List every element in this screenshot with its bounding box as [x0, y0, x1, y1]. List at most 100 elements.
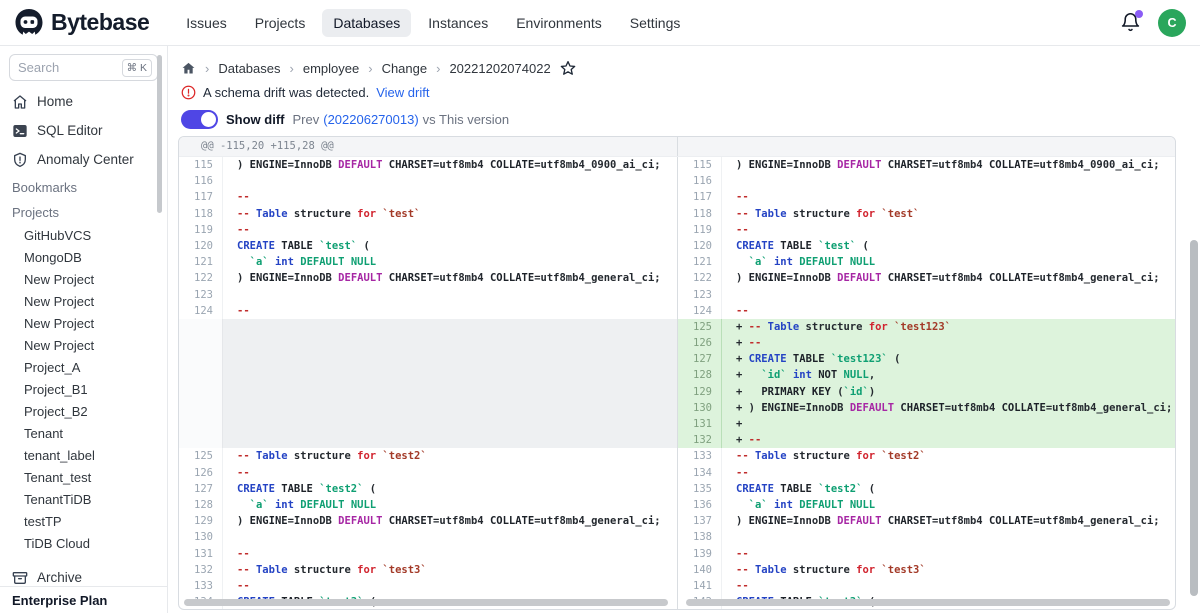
- horizontal-scrollbar-right[interactable]: [686, 599, 1170, 606]
- project-item-new-project[interactable]: New Project: [0, 268, 167, 290]
- diff-line: 133--: [179, 578, 677, 594]
- code-token: for: [856, 564, 875, 576]
- code-text: + --: [722, 432, 1175, 448]
- code-token: ): [736, 159, 749, 171]
- project-item-new-project[interactable]: New Project: [0, 290, 167, 312]
- nav-item-settings[interactable]: Settings: [619, 9, 692, 37]
- home-breadcrumb-icon[interactable]: [181, 61, 196, 76]
- line-number: 124: [179, 303, 223, 319]
- diff-line: 125+ -- Table structure for `test123`: [678, 319, 1175, 335]
- project-item-tenanttidb[interactable]: TenantTiDB: [0, 488, 167, 510]
- nav-item-projects[interactable]: Projects: [244, 9, 317, 37]
- breadcrumb-item[interactable]: Change: [382, 61, 428, 76]
- code-token: CHARSET: [888, 515, 932, 527]
- code-token: --: [736, 224, 749, 236]
- diff-line: 118-- Table structure for `test`: [179, 206, 677, 222]
- code-text: ) ENGINE=InnoDB DEFAULT CHARSET=utf8mb4 …: [223, 513, 677, 529]
- diff-body: 115 ) ENGINE=InnoDB DEFAULT CHARSET=utf8m…: [179, 157, 1175, 610]
- breadcrumb-separator: ›: [368, 61, 372, 76]
- search-box[interactable]: ⌘ K: [9, 54, 158, 81]
- code-token: DEFAULT: [837, 272, 881, 284]
- line-number: 115: [179, 157, 223, 173]
- line-number: [179, 416, 223, 432]
- project-item-testtp[interactable]: testTP: [0, 510, 167, 532]
- search-input[interactable]: [18, 60, 104, 75]
- code-token: Table: [768, 321, 800, 333]
- code-token: ): [736, 272, 749, 284]
- project-item-project_b1[interactable]: Project_B1: [0, 378, 167, 400]
- code-token: `id`: [844, 386, 869, 398]
- project-item-tenant_test[interactable]: Tenant_test: [0, 466, 167, 488]
- star-icon[interactable]: [560, 60, 576, 76]
- code-token: TABLE: [281, 483, 313, 495]
- code-text: --: [223, 578, 677, 594]
- bookmarks-section-label[interactable]: Bookmarks: [0, 174, 167, 199]
- projects-section-label[interactable]: Projects: [0, 199, 167, 224]
- code-token: CHARSET: [888, 159, 932, 171]
- code-text: [722, 173, 1175, 189]
- line-number: 130: [179, 529, 223, 545]
- project-item-project_b2[interactable]: Project_B2: [0, 400, 167, 422]
- page-scrollbar[interactable]: [1190, 240, 1198, 596]
- code-token: `test3`: [382, 564, 426, 576]
- project-item-githubvcs[interactable]: GitHubVCS: [0, 224, 167, 246]
- code-token: NULL: [850, 256, 875, 268]
- sidebar-item-archive[interactable]: Archive: [0, 563, 167, 586]
- project-item-new-project[interactable]: New Project: [0, 334, 167, 356]
- line-number: [179, 351, 223, 367]
- bytebase-logo[interactable]: Bytebase: [14, 8, 149, 38]
- line-number: 133: [179, 578, 223, 594]
- project-item-mongodb[interactable]: MongoDB: [0, 246, 167, 268]
- breadcrumb-item[interactable]: 20221202074022: [449, 61, 550, 76]
- code-token: COLLATE: [490, 272, 534, 284]
- code-token: DEFAULT: [837, 515, 881, 527]
- code-token: COLLATE: [989, 515, 1033, 527]
- code-token: =InnoDB: [787, 159, 838, 171]
- breadcrumb-item[interactable]: Databases: [218, 61, 280, 76]
- code-token: ): [869, 386, 875, 398]
- project-item-new-project[interactable]: New Project: [0, 312, 167, 334]
- code-text: --: [223, 303, 677, 319]
- line-number: 120: [678, 238, 722, 254]
- diff-line: 116: [179, 173, 677, 189]
- sidebar-item-anomaly-center[interactable]: Anomaly Center: [0, 145, 167, 174]
- project-item-tenant_label[interactable]: tenant_label: [0, 444, 167, 466]
- code-token: COLLATE: [490, 159, 534, 171]
- code-token: `test2`: [818, 483, 862, 495]
- view-drift-link[interactable]: View drift: [376, 85, 429, 100]
- breadcrumb-separator: ›: [290, 61, 294, 76]
- nav-item-databases[interactable]: Databases: [322, 9, 411, 37]
- user-avatar[interactable]: C: [1158, 9, 1186, 37]
- horizontal-scrollbar-left[interactable]: [184, 599, 668, 606]
- sidebar-item-home[interactable]: Home: [0, 87, 167, 116]
- show-diff-toggle[interactable]: [181, 110, 218, 129]
- brand-name: Bytebase: [51, 9, 149, 36]
- notifications-button[interactable]: [1120, 12, 1142, 34]
- project-item-project_a[interactable]: Project_A: [0, 356, 167, 378]
- code-token: ): [237, 515, 250, 527]
- sidebar-item-sql-editor[interactable]: SQL Editor: [0, 116, 167, 145]
- prev-version-link[interactable]: (202206270013): [323, 112, 418, 127]
- diff-line: [179, 400, 677, 416]
- diff-column-current: 115) ENGINE=InnoDB DEFAULT CHARSET=utf8m…: [677, 157, 1175, 610]
- project-item-tenant[interactable]: Tenant: [0, 422, 167, 444]
- breadcrumb-item[interactable]: employee: [303, 61, 359, 76]
- code-text: -- Table structure for `test3`: [223, 562, 677, 578]
- sidebar-scrollbar[interactable]: [157, 55, 162, 213]
- diff-line: 124--: [678, 303, 1175, 319]
- project-item-tidb-cloud[interactable]: TiDB Cloud: [0, 532, 167, 554]
- code-token: Table: [755, 564, 787, 576]
- line-number: 129: [179, 513, 223, 529]
- nav-item-environments[interactable]: Environments: [505, 9, 613, 37]
- code-token: --: [237, 224, 250, 236]
- nav-item-instances[interactable]: Instances: [417, 9, 499, 37]
- code-text: --: [223, 465, 677, 481]
- diff-line: 137) ENGINE=InnoDB DEFAULT CHARSET=utf8m…: [678, 513, 1175, 529]
- nav-item-issues[interactable]: Issues: [175, 9, 237, 37]
- diff-line: 132-- Table structure for `test3`: [179, 562, 677, 578]
- code-token: =utf8mb4: [945, 402, 1002, 414]
- code-token: --: [736, 450, 755, 462]
- code-token: [237, 256, 250, 268]
- code-token: DEFAULT: [338, 515, 382, 527]
- code-token: (: [831, 386, 844, 398]
